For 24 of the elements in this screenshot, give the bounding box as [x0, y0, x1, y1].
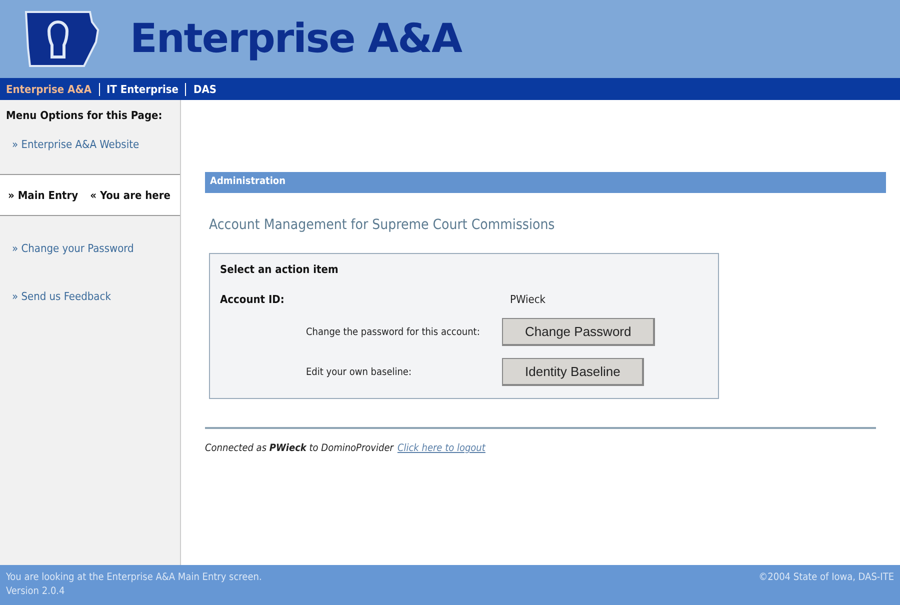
state-keyhole-icon: [22, 8, 102, 70]
action-button[interactable]: Change Password: [502, 318, 656, 346]
account-id: PWieck: [510, 293, 546, 306]
panel-heading: Select an action item: [220, 263, 340, 276]
nav-link[interactable]: IT Enterprise: [106, 82, 178, 96]
sidebar-item[interactable]: » Main Entry « You are here: [0, 174, 180, 216]
sidebar-item[interactable]: » Enterprise A&A Website: [0, 130, 180, 174]
sidebar-item[interactable]: » Change your Password: [0, 234, 180, 282]
footer-text: You are looking at the Enterprise A&A Main Entry screen.: [6, 571, 262, 585]
sidebar-item[interactable]: » Send us Feedback: [0, 282, 180, 330]
sidebar-heading: Menu Options for this Page:: [5, 108, 164, 124]
connection-text: Connected as PWieck to DominoProvider: [205, 443, 394, 454]
nav-link[interactable]: DAS: [193, 82, 216, 96]
action-button[interactable]: Identity Baseline: [502, 358, 644, 386]
logout-link[interactable]: Click here to logout: [397, 443, 486, 454]
action-label: Edit your own baseline:: [306, 366, 413, 378]
copyright-text: ©2004 State of Iowa, DAS-ITE: [758, 571, 894, 585]
nav-link[interactable]: Enterprise A&A: [6, 82, 92, 96]
page-title: Account Management for Supreme Court Commissions: [209, 217, 556, 233]
action-label: Change the password for this account:: [306, 326, 481, 338]
field-label: Account ID:: [220, 293, 286, 306]
app-title: Enterprise A&A: [130, 16, 462, 62]
footer-text: Version 2.0.4: [6, 585, 66, 599]
section-bar: Administration: [205, 172, 886, 193]
